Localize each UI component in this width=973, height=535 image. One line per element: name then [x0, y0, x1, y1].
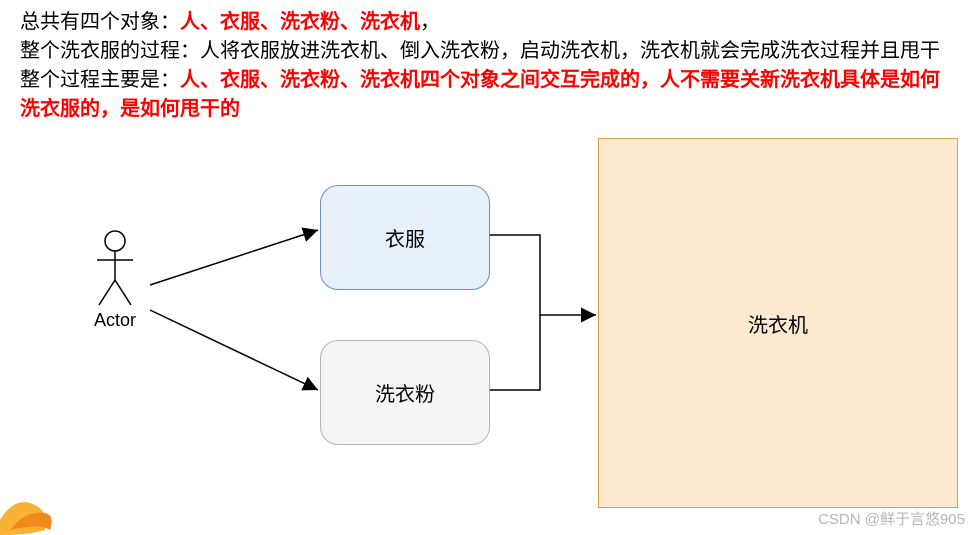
line1-post: ， — [420, 11, 440, 33]
line1-pre: 总共有四个对象： — [20, 11, 180, 33]
ribbon-decoration — [0, 475, 65, 535]
clothes-label: 衣服 — [385, 223, 425, 252]
line1-red: 人、衣服、洗衣粉、洗衣机 — [180, 11, 420, 33]
edge-powder-machine — [490, 315, 540, 390]
line3-pre: 整个过程主要是： — [20, 69, 180, 91]
edge-clothes-machine — [490, 235, 596, 315]
actor-label: Actor — [75, 310, 155, 331]
description-text: 总共有四个对象：人、衣服、洗衣粉、洗衣机， 整个洗衣服的过程：人将衣服放进洗衣机… — [20, 8, 958, 124]
powder-label: 洗衣粉 — [375, 378, 435, 407]
edge-actor-powder — [150, 310, 318, 390]
actor-icon — [92, 230, 138, 308]
machine-node: 洗衣机 — [598, 138, 958, 508]
powder-node: 洗衣粉 — [320, 340, 490, 445]
machine-label: 洗衣机 — [748, 309, 808, 338]
ribbon-icon — [0, 475, 65, 535]
edge-actor-clothes — [150, 230, 318, 285]
actor-node: Actor — [75, 230, 155, 331]
line2: 整个洗衣服的过程：人将衣服放进洗衣机、倒入洗衣粉，启动洗衣机，洗衣机就会完成洗衣… — [20, 40, 940, 62]
watermark: CSDN @鲜于言悠905 — [818, 508, 965, 529]
clothes-node: 衣服 — [320, 185, 490, 290]
diagram-area: Actor 衣服 洗衣粉 洗衣机 — [0, 130, 973, 530]
